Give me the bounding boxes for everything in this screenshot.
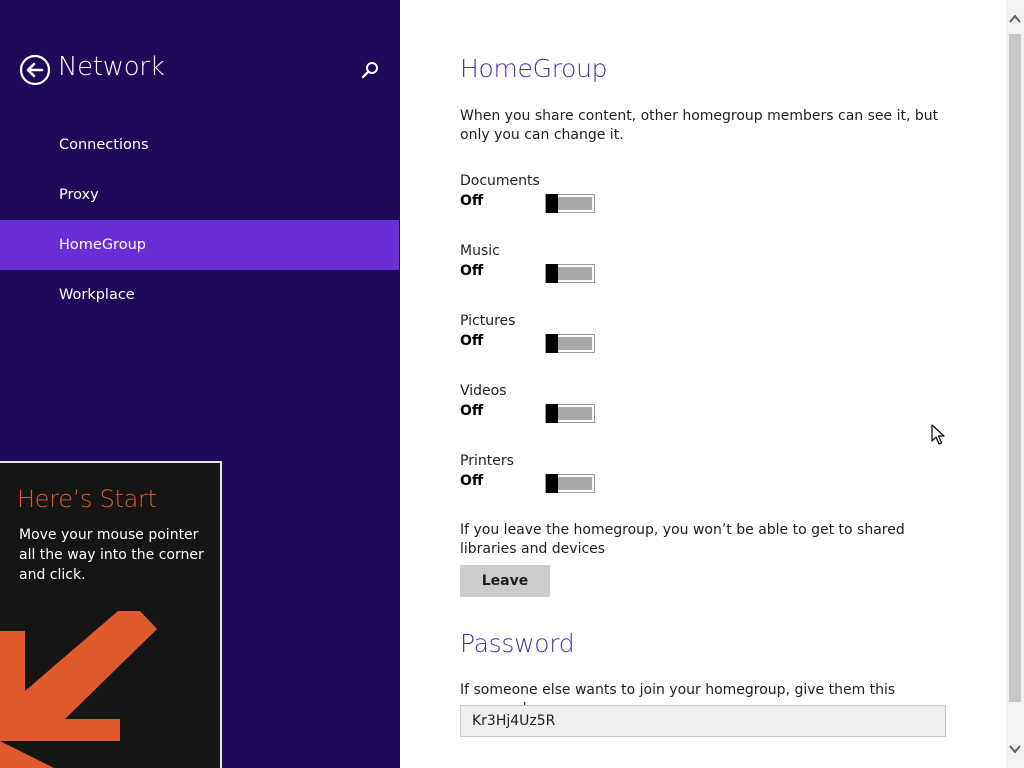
start-tip-title: Here’s Start (17, 485, 157, 513)
vertical-scrollbar[interactable] (1006, 0, 1024, 768)
nav-list: Connections Proxy HomeGroup Workplace (0, 120, 399, 320)
nav-item-connections[interactable]: Connections (0, 120, 399, 170)
toggle-label: Music (460, 243, 500, 259)
toggle-videos: Videos Off (460, 381, 660, 431)
leave-button[interactable]: Leave (460, 565, 550, 597)
homegroup-content: HomeGroup When you share content, other … (400, 0, 1006, 768)
toggle-label: Pictures (460, 313, 516, 329)
settings-window: Network Connections Proxy HomeGroup Work… (0, 0, 1024, 768)
toggle-state: Off (460, 263, 484, 279)
toggle-pictures: Pictures Off (460, 311, 660, 361)
toggle-label: Documents (460, 173, 540, 189)
nav-item-proxy[interactable]: Proxy (0, 170, 399, 220)
printers-toggle-switch[interactable] (545, 474, 595, 493)
scroll-up-arrow-icon[interactable] (1006, 0, 1024, 32)
search-icon[interactable] (360, 60, 380, 80)
toggle-state: Off (460, 193, 484, 209)
toggle-state: Off (460, 333, 484, 349)
music-toggle-switch[interactable] (545, 264, 595, 283)
pictures-toggle-switch[interactable] (545, 334, 595, 353)
nav-item-homegroup[interactable]: HomeGroup (0, 220, 399, 270)
mouse-pointer-icon (931, 424, 945, 445)
toggle-state: Off (460, 473, 484, 489)
toggle-documents: Documents Off (460, 171, 660, 221)
share-description: When you share content, other homegroup … (460, 108, 939, 143)
documents-toggle-switch[interactable] (545, 194, 595, 213)
toggle-state: Off (460, 403, 484, 419)
pane-title: Network (58, 52, 165, 82)
videos-toggle-switch[interactable] (545, 404, 595, 423)
down-left-arrow-icon (0, 611, 157, 768)
password-field[interactable]: Kr3Hj4Uz5R (460, 705, 946, 737)
nav-item-workplace[interactable]: Workplace (0, 270, 399, 320)
homegroup-heading: HomeGroup (460, 54, 608, 83)
toggle-music: Music Off (460, 241, 660, 291)
scrollbar-thumb[interactable] (1009, 34, 1021, 702)
left-navigation-pane: Network Connections Proxy HomeGroup Work… (0, 0, 400, 768)
password-heading: Password (460, 629, 575, 658)
start-tip-body: Move your mouse pointer all the way into… (19, 527, 204, 583)
toggle-label: Videos (460, 383, 507, 399)
back-arrow-icon[interactable] (19, 54, 51, 86)
toggle-printers: Printers Off (460, 451, 660, 501)
leave-description: If you leave the homegroup, you won’t be… (460, 522, 905, 557)
toggle-label: Printers (460, 453, 514, 469)
scroll-down-arrow-icon[interactable] (1006, 736, 1024, 768)
start-tip-panel: Here’s Start Move your mouse pointer all… (0, 461, 222, 768)
